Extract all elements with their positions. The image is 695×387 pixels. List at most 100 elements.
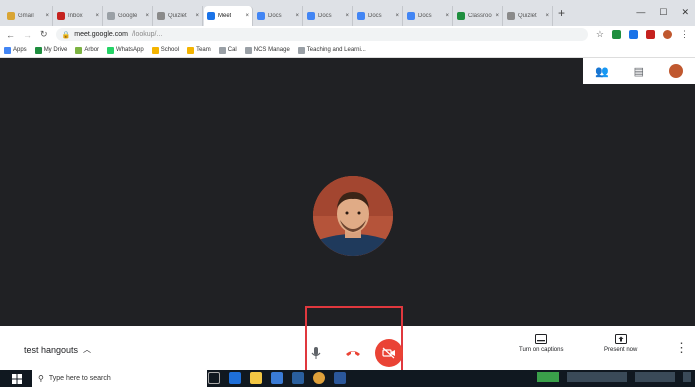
browser-tab[interactable]: Meet × (204, 6, 253, 26)
camera-off-icon (382, 347, 395, 359)
minimize-icon[interactable]: — (636, 7, 645, 18)
file-explorer-icon[interactable] (250, 372, 262, 384)
meet-top-right-panel: 👥 ▤ (583, 58, 695, 84)
tab-close-icon[interactable]: × (445, 13, 449, 19)
tray-icons[interactable] (567, 372, 627, 382)
bookmark-label: My Drive (43, 47, 68, 53)
chat-icon[interactable]: ▤ (634, 65, 644, 78)
tab-title: Classroom (468, 13, 492, 19)
browser-tab[interactable]: Inbox × (54, 6, 103, 26)
bookmark-item[interactable]: Apps (4, 46, 27, 54)
bookmark-item[interactable]: School (151, 46, 179, 54)
edge-app-icon[interactable] (229, 372, 241, 384)
captions-button[interactable]: Turn on captions (519, 334, 563, 353)
bookmark-item[interactable]: Teaching and Learni... (297, 46, 366, 54)
windows-start-button[interactable] (10, 372, 24, 385)
address-bar[interactable]: 🔒 meet.google.com/lookup/... (55, 28, 588, 41)
bookmark-label: NCS Manage (253, 47, 290, 53)
chrome-app-icon[interactable] (313, 372, 325, 384)
extension-icon[interactable] (646, 30, 655, 39)
hang-up-button[interactable] (339, 339, 367, 367)
notifications-icon[interactable] (683, 372, 691, 382)
browser-tab[interactable]: Gmail × (4, 6, 53, 26)
bookmark-label: Cal (227, 47, 237, 53)
bookmark-item[interactable]: NCS Manage (244, 46, 290, 54)
browser-tab[interactable]: Google × (104, 6, 153, 26)
bookmark-item[interactable]: Arbor (75, 46, 99, 54)
store-app-icon[interactable] (271, 372, 283, 384)
tab-close-icon[interactable]: × (345, 13, 349, 19)
extensions-area: ☆ ⋮ (596, 29, 689, 40)
word-app-icon[interactable] (334, 372, 346, 384)
maximize-icon[interactable]: ☐ (659, 7, 667, 18)
window-controls: — ☐ ✕ (636, 7, 689, 18)
bookmark-favicon-icon (4, 46, 11, 54)
bookmarks-bar: Apps My Drive Arbor WhatsApp School Team Cal NC… (0, 43, 695, 58)
bookmark-favicon-icon (151, 46, 159, 54)
extension-icon[interactable] (629, 30, 638, 39)
present-now-button[interactable]: Present now (604, 334, 637, 353)
browser-tab[interactable]: Quizlet × (154, 6, 203, 26)
microphone-icon (311, 347, 321, 359)
tab-favicon-icon (507, 12, 515, 20)
tab-favicon-icon (157, 12, 165, 20)
more-options-icon[interactable]: ⋮ (675, 340, 688, 356)
bookmark-item[interactable]: My Drive (34, 46, 68, 54)
tab-close-icon[interactable]: × (195, 13, 199, 19)
task-view-icon[interactable] (208, 372, 220, 384)
present-label: Present now (604, 347, 638, 353)
tab-close-icon[interactable]: × (545, 13, 549, 19)
browser-tab[interactable]: Quizlet × (504, 6, 553, 26)
back-arrow-icon[interactable]: ← (6, 30, 15, 40)
tab-title: Docs (268, 13, 282, 19)
people-icon[interactable]: 👥 (595, 65, 609, 78)
browser-tab[interactable]: Classroom× (454, 6, 503, 26)
tab-close-icon[interactable]: × (395, 13, 399, 19)
lock-icon: 🔒 (61, 31, 71, 39)
mail-app-icon[interactable] (292, 372, 304, 384)
chevron-up-icon: ︿ (83, 345, 92, 354)
tab-close-icon[interactable]: × (145, 13, 149, 19)
bookmark-label: Teaching and Learni... (306, 47, 366, 53)
browser-tab[interactable]: Docs × (304, 6, 353, 26)
participant-photo-icon (313, 176, 393, 256)
menu-kebab-icon[interactable]: ⋮ (680, 29, 689, 40)
taskbar-search-box[interactable]: ⚲ Type here to search (32, 370, 207, 387)
camera-toggle-button[interactable] (375, 339, 403, 367)
url-path: /lookup/... (131, 31, 163, 38)
tab-close-icon[interactable]: × (245, 13, 249, 19)
tab-close-icon[interactable]: × (95, 13, 99, 19)
profile-avatar[interactable] (663, 30, 672, 39)
meeting-details-toggle[interactable]: test hangouts ︿ (24, 344, 91, 355)
tab-favicon-icon (407, 12, 415, 20)
new-tab-button[interactable]: + (558, 6, 565, 20)
bookmark-favicon-icon (218, 46, 226, 54)
bookmark-item[interactable]: Team (187, 46, 211, 54)
present-screen-icon (614, 334, 627, 344)
tab-close-icon[interactable]: × (45, 13, 49, 19)
reload-icon[interactable]: ↻ (40, 29, 48, 40)
tab-title: Meet (218, 13, 232, 19)
browser-tab[interactable]: Docs × (254, 6, 303, 26)
extension-icon[interactable] (612, 30, 621, 39)
bookmark-item[interactable]: Cal (218, 46, 237, 54)
self-view-avatar[interactable] (668, 64, 683, 78)
browser-tab[interactable]: Docs × (354, 6, 403, 26)
participant-avatar (313, 176, 393, 256)
tab-close-icon[interactable]: × (495, 13, 499, 19)
windows-taskbar: ⚲ Type here to search (0, 370, 695, 387)
bookmark-item[interactable]: WhatsApp (107, 46, 144, 54)
tab-close-icon[interactable]: × (295, 13, 299, 19)
clock-area[interactable] (635, 372, 675, 382)
bookmark-label: Team (196, 47, 211, 53)
microphone-button[interactable] (302, 339, 330, 367)
tray-app-icon[interactable] (537, 372, 559, 382)
close-window-icon[interactable]: ✕ (681, 7, 689, 18)
star-icon[interactable]: ☆ (596, 29, 604, 40)
tab-title: Inbox (68, 13, 83, 19)
tab-title: Quizlet (168, 13, 187, 19)
bookmark-favicon-icon (297, 46, 305, 54)
browser-tab[interactable]: Docs × (404, 6, 453, 26)
forward-arrow-icon[interactable]: → (23, 30, 32, 40)
tab-title: Gmail (18, 13, 34, 19)
